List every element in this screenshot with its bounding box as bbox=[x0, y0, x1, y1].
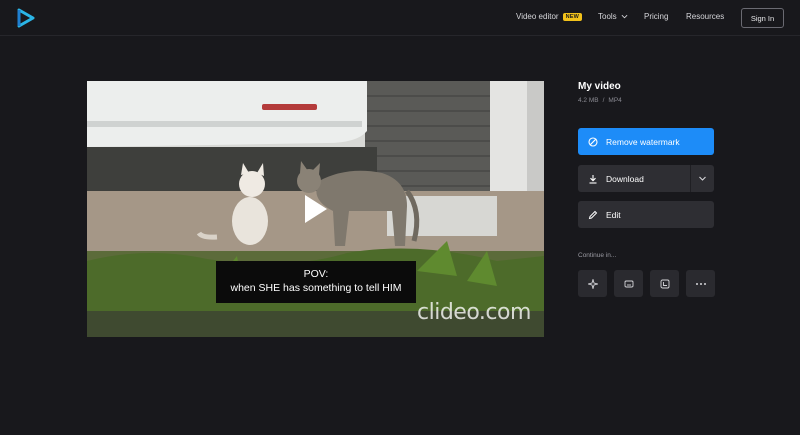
caption-line-1: POV: bbox=[303, 268, 329, 280]
new-badge: NEW bbox=[562, 12, 582, 21]
remove-watermark-label: Remove watermark bbox=[606, 136, 680, 147]
chevron-down-icon bbox=[621, 14, 628, 19]
no-watermark-icon bbox=[588, 136, 598, 147]
edit-button[interactable]: Edit bbox=[578, 201, 714, 228]
download-options-button[interactable] bbox=[691, 165, 714, 192]
watermark-text: clideo.com bbox=[417, 300, 531, 325]
nav-resources-label: Resources bbox=[686, 12, 725, 21]
nav-video-editor-label: Video editor bbox=[516, 12, 559, 21]
file-size: 4.2 MB bbox=[578, 97, 599, 104]
continue-subtitles-button[interactable] bbox=[614, 270, 643, 297]
edit-label: Edit bbox=[606, 209, 621, 220]
nav-video-editor[interactable]: Video editor NEW bbox=[516, 12, 582, 21]
chevron-down-icon bbox=[699, 176, 706, 181]
pencil-icon bbox=[588, 210, 598, 219]
top-bar: Video editor NEW Tools Pricing Resources… bbox=[0, 0, 800, 36]
nav-resources[interactable]: Resources bbox=[686, 12, 724, 21]
video-meta: 4.2 MB / MP4 bbox=[578, 97, 622, 104]
crop-icon bbox=[660, 279, 669, 288]
logo-icon[interactable] bbox=[16, 8, 36, 28]
more-dots-icon bbox=[695, 282, 706, 285]
sign-in-button[interactable]: Sign In bbox=[741, 8, 784, 28]
nav-pricing-label: Pricing bbox=[644, 12, 669, 21]
subtitles-icon bbox=[624, 280, 633, 287]
remove-watermark-button[interactable]: Remove watermark bbox=[578, 128, 714, 155]
meta-separator: / bbox=[602, 97, 605, 104]
nav-tools[interactable]: Tools bbox=[598, 12, 628, 21]
sparkle-icon bbox=[587, 278, 598, 289]
video-title: My video bbox=[578, 81, 621, 92]
play-icon[interactable] bbox=[304, 194, 328, 224]
download-label: Download bbox=[606, 173, 644, 184]
more-options-button[interactable] bbox=[686, 270, 715, 297]
nav-pricing[interactable]: Pricing bbox=[644, 12, 668, 21]
video-caption: POV: when SHE has something to tell HIM bbox=[216, 261, 416, 303]
continue-crop-button[interactable] bbox=[650, 270, 679, 297]
continue-in-label: Continue in... bbox=[578, 252, 617, 259]
file-format: MP4 bbox=[608, 97, 622, 104]
download-icon bbox=[589, 174, 597, 184]
continue-ai-tool-button[interactable] bbox=[578, 270, 607, 297]
nav-tools-label: Tools bbox=[598, 12, 617, 21]
caption-line-2: when SHE has something to tell HIM bbox=[230, 282, 402, 294]
